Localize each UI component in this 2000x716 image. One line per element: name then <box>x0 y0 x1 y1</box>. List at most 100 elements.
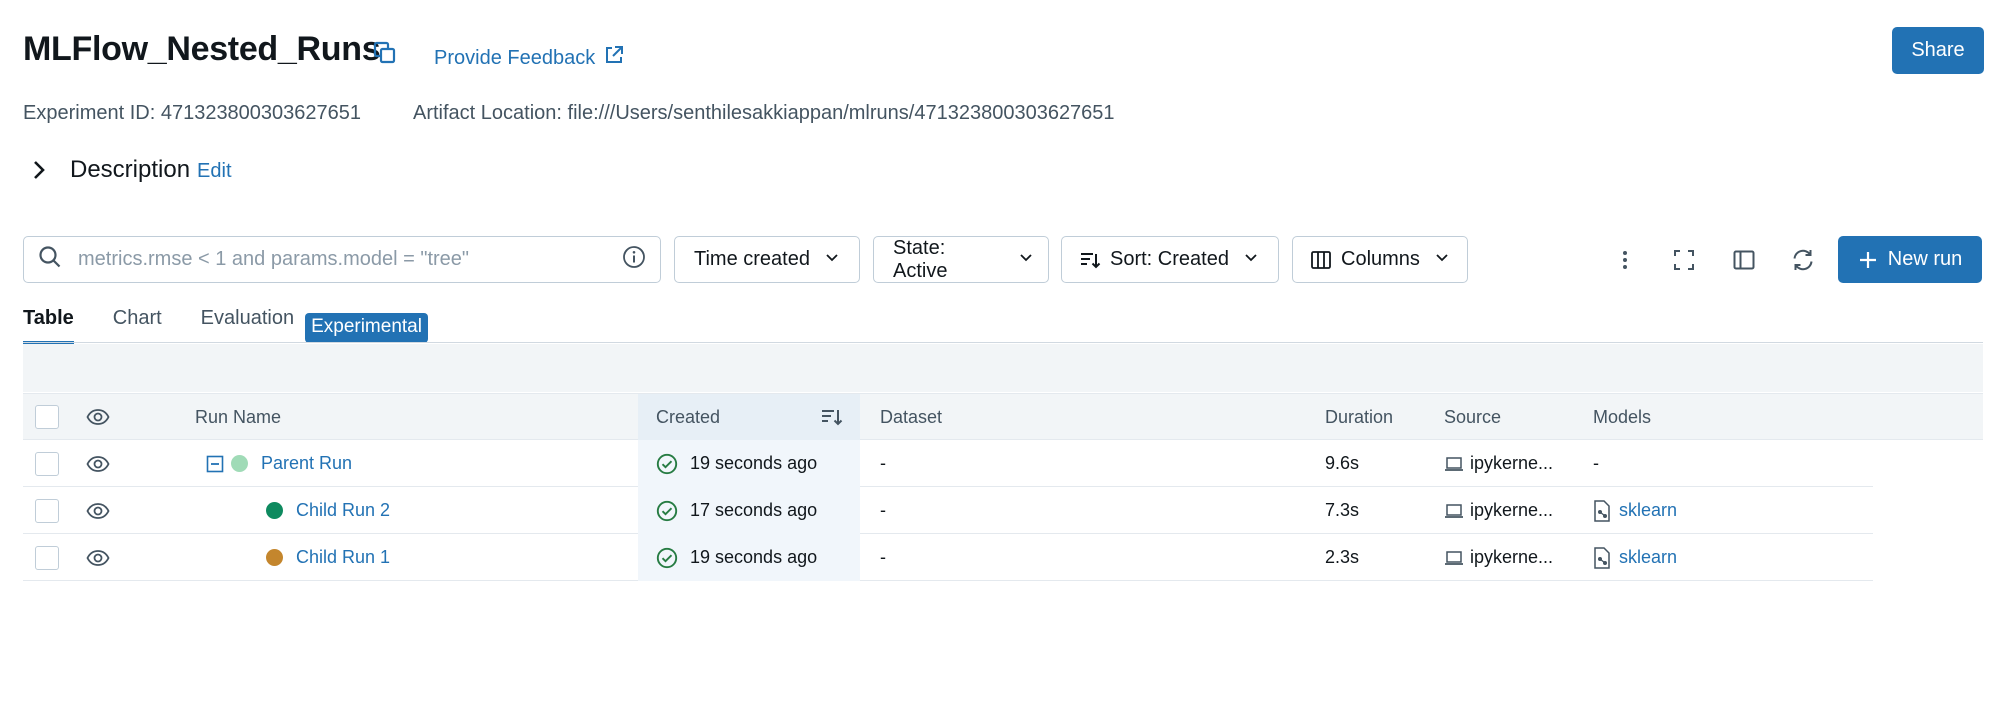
copy-icon[interactable] <box>372 40 398 66</box>
external-link-icon <box>603 44 625 72</box>
header-duration[interactable]: Duration <box>1325 394 1393 440</box>
laptop-icon <box>1444 549 1464 567</box>
eye-icon[interactable] <box>86 534 110 581</box>
dataset-cell: - <box>880 547 886 567</box>
models-cell: sklearn <box>1593 487 1677 534</box>
share-button[interactable]: Share <box>1892 27 1984 74</box>
search-input[interactable] <box>76 247 622 272</box>
eye-icon[interactable] <box>86 487 110 534</box>
fullscreen-icon[interactable] <box>1666 242 1702 278</box>
header-created[interactable]: Created <box>638 394 860 440</box>
chevron-down-icon <box>824 248 840 271</box>
tab-evaluation[interactable]: Evaluation <box>201 307 294 343</box>
time-created-label: Time created <box>694 248 810 270</box>
run-color-dot <box>266 502 283 519</box>
description-edit-link[interactable]: Edit <box>197 160 231 183</box>
run-color-dot <box>231 455 248 472</box>
created-text: 19 seconds ago <box>690 547 818 567</box>
source-text: ipykerne... <box>1470 547 1554 567</box>
sort-label: Sort: Created <box>1110 248 1229 270</box>
run-name-link[interactable]: Parent Run <box>261 440 352 487</box>
more-options-icon[interactable] <box>1607 242 1643 278</box>
tab-table[interactable]: Table <box>23 307 74 344</box>
row-checkbox[interactable] <box>35 451 59 476</box>
columns-label: Columns <box>1341 248 1420 270</box>
columns-dropdown[interactable]: Columns <box>1292 236 1468 283</box>
provide-feedback-label: Provide Feedback <box>434 46 596 69</box>
tabs-divider <box>23 342 1983 343</box>
info-icon[interactable] <box>622 245 646 274</box>
description-section: Description Edit <box>28 156 232 184</box>
sort-descending-icon[interactable] <box>820 406 844 428</box>
sort-dropdown[interactable]: Sort: Created <box>1061 236 1279 283</box>
duration-cell: 9.6s <box>1325 453 1360 473</box>
models-cell: sklearn <box>1593 534 1677 581</box>
source-text: ipykerne... <box>1470 453 1554 473</box>
provide-feedback-link[interactable]: Provide Feedback <box>434 44 625 72</box>
state-filter-dropdown[interactable]: State: Active <box>873 236 1049 283</box>
refresh-icon[interactable] <box>1785 242 1821 278</box>
plus-icon <box>1858 250 1878 270</box>
state-filter-label: State: Active <box>893 236 948 282</box>
dataset-cell: - <box>880 453 886 473</box>
description-label: Description <box>70 156 191 183</box>
experimental-badge: Experimental <box>305 313 428 343</box>
laptop-icon <box>1444 502 1464 520</box>
columns-icon <box>1310 249 1332 271</box>
models-cell: - <box>1593 453 1599 473</box>
search-box[interactable] <box>23 236 661 283</box>
run-name-link[interactable]: Child Run 1 <box>296 534 390 581</box>
created-cell: 19 seconds ago <box>638 440 860 487</box>
check-circle-icon <box>656 453 678 475</box>
select-all-checkbox[interactable] <box>35 405 59 429</box>
laptop-icon <box>1444 455 1464 473</box>
model-file-icon <box>1593 499 1611 522</box>
source-cell: ipykerne... <box>1444 534 1553 581</box>
chevron-down-icon <box>1243 248 1259 271</box>
view-tabs: Table Chart Evaluation Experimental <box>23 307 428 344</box>
created-cell: 19 seconds ago <box>638 534 860 581</box>
table-row: Parent Run 19 seconds ago - 9.6s ipykern… <box>23 440 1873 487</box>
tab-chart[interactable]: Chart <box>113 307 162 343</box>
new-run-label: New run <box>1887 248 1963 270</box>
header-run-name[interactable]: Run Name <box>195 394 281 440</box>
run-color-dot <box>266 549 283 566</box>
page-title: MLFlow_Nested_Runs <box>23 30 381 68</box>
sidebar-toggle-icon[interactable] <box>1726 242 1762 278</box>
search-icon <box>38 245 62 274</box>
chevron-down-icon <box>1434 248 1450 271</box>
created-text: 17 seconds ago <box>690 500 818 520</box>
model-link[interactable]: sklearn <box>1619 547 1677 568</box>
row-checkbox[interactable] <box>35 545 59 570</box>
eye-icon[interactable] <box>86 440 110 487</box>
source-cell: ipykerne... <box>1444 487 1553 534</box>
check-circle-icon <box>656 547 678 569</box>
table-row: Child Run 1 19 seconds ago - 2.3s ipyker… <box>23 534 1873 581</box>
row-checkbox[interactable] <box>35 498 59 523</box>
model-file-icon <box>1593 546 1611 569</box>
chevron-down-icon <box>1018 248 1034 271</box>
sort-icon <box>1079 249 1101 271</box>
collapse-icon[interactable] <box>206 440 224 487</box>
time-created-dropdown[interactable]: Time created <box>674 236 860 283</box>
header-dataset[interactable]: Dataset <box>880 394 942 440</box>
check-circle-icon <box>656 500 678 522</box>
header-created-label: Created <box>656 406 721 427</box>
source-cell: ipykerne... <box>1444 440 1553 487</box>
experiment-id: Experiment ID: 471323800303627651 <box>23 102 362 124</box>
header-source[interactable]: Source <box>1444 394 1501 440</box>
new-run-button[interactable]: New run <box>1838 236 1982 283</box>
table-header: Run Name Created Dataset Duration Source… <box>23 393 1983 440</box>
eye-icon[interactable] <box>86 394 110 440</box>
chevron-right-icon[interactable] <box>28 159 50 181</box>
source-text: ipykerne... <box>1470 500 1554 520</box>
artifact-location: Artifact Location: file:///Users/senthil… <box>413 102 1115 124</box>
dataset-cell: - <box>880 500 886 520</box>
model-link[interactable]: sklearn <box>1619 500 1677 521</box>
run-name-link[interactable]: Child Run 2 <box>296 487 390 534</box>
created-text: 19 seconds ago <box>690 453 818 473</box>
table-toolbar-band <box>23 344 1983 392</box>
table-row: Child Run 2 17 seconds ago - 7.3s ipyker… <box>23 487 1873 534</box>
duration-cell: 7.3s <box>1325 500 1360 520</box>
header-models[interactable]: Models <box>1593 394 1651 440</box>
